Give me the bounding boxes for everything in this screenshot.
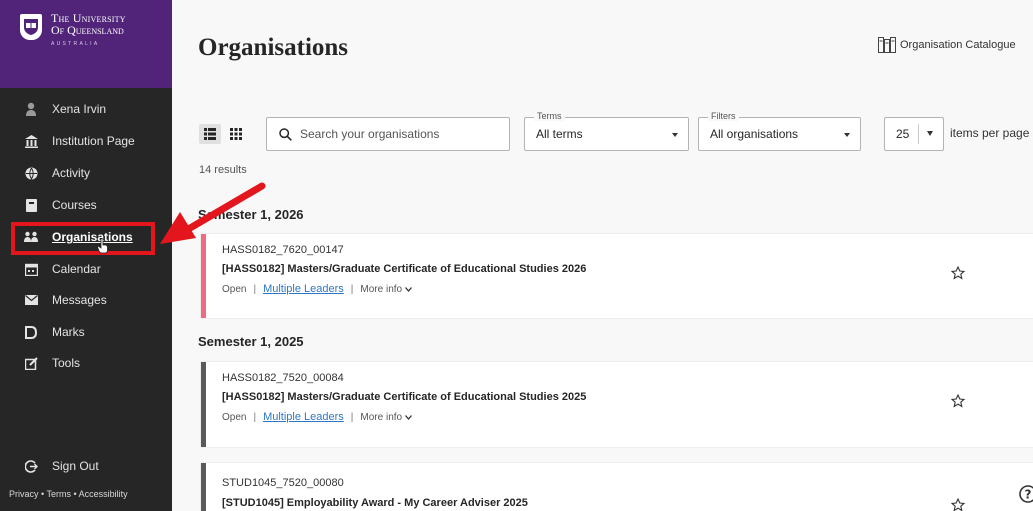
organisation-card[interactable]: HASS0182_7520_00084 [HASS0182] Masters/G… — [201, 362, 1033, 447]
sidebar-item-activity[interactable]: Activity — [0, 162, 172, 184]
favorite-star-icon[interactable] — [951, 266, 965, 280]
logo-line-3: AUSTRALIA — [51, 41, 100, 47]
organisation-catalogue-button[interactable]: Organisation Catalogue — [878, 37, 1016, 53]
chevron-down-icon — [404, 414, 412, 420]
view-toggle — [199, 124, 247, 144]
marks-icon — [24, 325, 38, 339]
card-status: Open — [222, 283, 247, 295]
envelope-icon — [24, 293, 38, 307]
more-info-toggle[interactable]: More info — [360, 283, 412, 295]
separator: | — [350, 283, 354, 295]
sidebar-item-institution-page[interactable]: Institution Page — [0, 130, 172, 152]
list-view-icon — [204, 128, 216, 140]
sign-out-label: Sign Out — [52, 459, 99, 473]
hand-cursor-icon — [97, 238, 108, 254]
filters-label: Filters — [708, 111, 739, 121]
globe-icon — [24, 166, 38, 180]
logo-line-2: Of Queensland — [51, 23, 124, 37]
terms-dropdown[interactable]: Terms All terms — [524, 111, 689, 151]
leaders-link[interactable]: Multiple Leaders — [263, 283, 344, 295]
footer-links[interactable]: Privacy • Terms • Accessibility — [9, 489, 128, 499]
card-code: STUD1045_7520_00080 — [222, 477, 344, 489]
select-divider — [918, 124, 919, 144]
search-icon — [279, 127, 292, 141]
separator: | — [350, 411, 354, 423]
page-title: Organisations — [198, 34, 349, 61]
help-icon[interactable]: ? — [1018, 484, 1033, 504]
university-logo[interactable]: The University Of Queensland AUSTRALIA — [0, 0, 172, 88]
filters-dropdown[interactable]: Filters All organisations — [698, 111, 861, 151]
card-status: Open — [222, 411, 247, 423]
card-title[interactable]: [HASS0182] Masters/Graduate Certificate … — [222, 391, 586, 403]
sidebar-item-messages[interactable]: Messages — [0, 289, 172, 311]
card-meta: Open | Multiple Leaders | More info — [222, 411, 412, 423]
filters-value: All organisations — [710, 127, 799, 141]
chevron-down-icon — [404, 286, 412, 292]
sign-out-icon — [24, 459, 38, 473]
logo-text: The University Of Queensland AUSTRALIA — [51, 12, 126, 47]
sidebar-item-label: Activity — [52, 166, 91, 180]
sidebar-item-label: Institution Page — [52, 134, 135, 148]
institution-icon — [24, 134, 38, 148]
book-icon — [24, 198, 38, 212]
sidebar-item-marks[interactable]: Marks — [0, 321, 172, 343]
organisation-card[interactable]: HASS0182_7620_00147 [HASS0182] Masters/G… — [201, 234, 1033, 318]
sidebar-item-label: Messages — [52, 293, 107, 307]
items-per-page-value: 25 — [896, 127, 910, 141]
sidebar-item-label: Tools — [52, 356, 81, 370]
leaders-link[interactable]: Multiple Leaders — [263, 411, 344, 423]
sidebar-item-calendar[interactable]: Calendar — [0, 258, 172, 280]
crest-icon — [20, 14, 42, 40]
card-code: HASS0182_7520_00084 — [222, 372, 344, 384]
caret-down-icon — [672, 133, 678, 137]
results-count: 14 results — [199, 164, 247, 176]
search-input[interactable] — [300, 127, 490, 141]
main-content: Organisations Organisation Catalogue Sea… — [172, 0, 1033, 511]
more-info-toggle[interactable]: More info — [360, 411, 412, 423]
sidebar-item-label: Marks — [52, 325, 85, 339]
card-code: HASS0182_7620_00147 — [222, 244, 344, 256]
organisation-card[interactable]: STUD1045_7520_00080 [STUD1045] Employabi… — [201, 463, 1033, 511]
catalogue-icon — [878, 37, 896, 53]
sidebar-item-tools[interactable]: Tools — [0, 352, 172, 374]
catalogue-label: Organisation Catalogue — [900, 39, 1016, 51]
section-title: Semester 1, 2026 — [198, 207, 304, 222]
highlight-box — [11, 222, 155, 255]
more-info-label: More info — [360, 283, 403, 295]
terms-label: Terms — [534, 111, 565, 121]
card-title[interactable]: [STUD1045] Employability Award - My Care… — [222, 497, 528, 509]
card-meta: Open | Multiple Leaders | More info — [222, 283, 412, 295]
sidebar-item-courses[interactable]: Courses — [0, 194, 172, 216]
favorite-star-icon[interactable] — [951, 498, 965, 511]
section-title: Semester 1, 2025 — [198, 334, 304, 349]
terms-value: All terms — [536, 127, 583, 141]
sidebar-item-label: Xena Irvin — [52, 102, 107, 116]
separator: | — [253, 283, 257, 295]
items-per-page-select[interactable]: 25 — [884, 117, 944, 151]
card-title[interactable]: [HASS0182] Masters/Graduate Certificate … — [222, 263, 586, 275]
sidebar-item-profile[interactable]: Xena Irvin — [0, 98, 172, 120]
more-info-label: More info — [360, 411, 403, 423]
tools-icon — [24, 356, 38, 370]
separator: | — [253, 411, 257, 423]
search-box — [266, 117, 510, 151]
calendar-icon — [24, 262, 38, 276]
sign-out-button[interactable]: Sign Out — [0, 455, 172, 477]
items-per-page-label: items per page — [950, 126, 1030, 140]
user-icon — [24, 102, 38, 116]
caret-down-icon — [844, 133, 850, 137]
svg-text:?: ? — [1025, 488, 1032, 502]
list-view-button[interactable] — [199, 124, 221, 144]
sidebar-item-label: Calendar — [52, 262, 101, 276]
grid-view-button[interactable] — [225, 124, 247, 144]
sidebar: The University Of Queensland AUSTRALIA X… — [0, 0, 172, 511]
caret-down-icon — [927, 131, 933, 136]
grid-view-icon — [230, 128, 242, 140]
sidebar-item-label: Courses — [52, 198, 97, 212]
favorite-star-icon[interactable] — [951, 394, 965, 408]
